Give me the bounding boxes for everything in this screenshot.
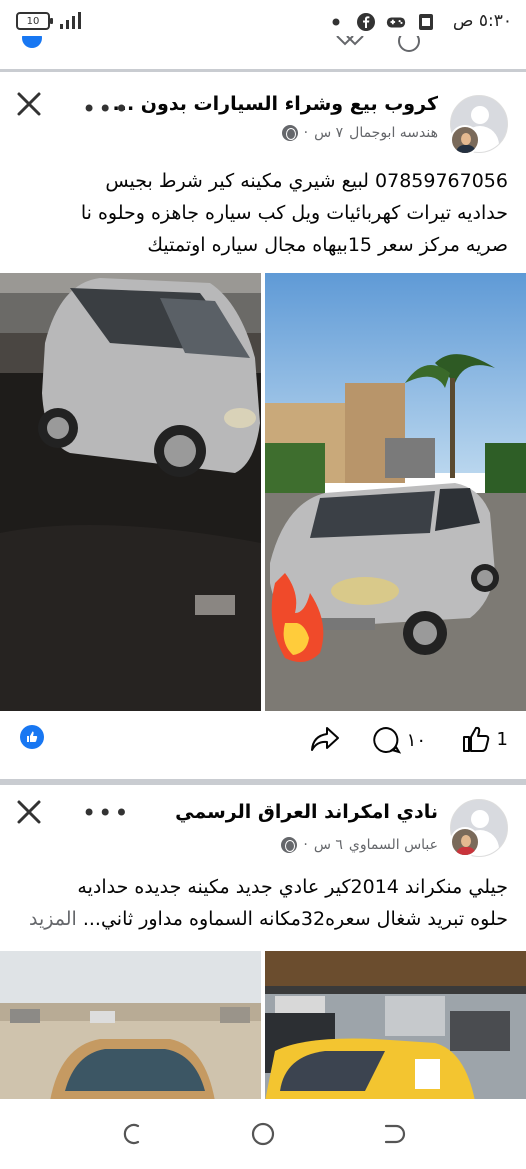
recent-apps-icon[interactable] <box>118 1119 148 1149</box>
sim-icon <box>416 12 436 32</box>
close-icon[interactable] <box>14 89 44 119</box>
post-text-line: 07859767056 لبيع شيري مكينه كير شرط بجيس <box>105 170 508 192</box>
post-header: كروب بيع وشراء السيارات بدون ... هندسه ا… <box>0 75 526 155</box>
more-options-button[interactable]: ••• <box>82 799 130 827</box>
post-time: ٧ س <box>314 125 344 141</box>
globe-icon <box>281 125 298 141</box>
home-icon[interactable] <box>248 1119 278 1149</box>
gamepad-icon <box>386 12 406 32</box>
author-avatar[interactable] <box>450 827 480 857</box>
share-button[interactable] <box>310 725 340 753</box>
globe-icon <box>281 837 298 853</box>
signal-icon <box>60 12 81 29</box>
group-name[interactable]: كروب بيع وشراء السيارات بدون ... <box>113 93 438 115</box>
post-photos <box>0 951 526 1101</box>
share-icon <box>311 727 339 751</box>
author-line: عباس السماوي ٦ س · <box>281 837 438 853</box>
post-card: كروب بيع وشراء السيارات بدون ... هندسه ا… <box>0 75 526 779</box>
like-button[interactable]: 1 <box>461 725 508 753</box>
system-nav-bar <box>0 1099 526 1169</box>
see-more-link[interactable]: المزيد <box>29 908 77 930</box>
status-time: ٥:٣٠ ص <box>452 11 512 31</box>
previous-post-actions <box>0 36 526 72</box>
post-card: نادي امكراند العراق الرسمي عباس السماوي … <box>0 785 526 1101</box>
comment-button[interactable]: ١٠ <box>371 725 426 755</box>
car-photo-right[interactable] <box>265 273 526 711</box>
post-text-line: حلوه تبريد شغال سعره32مكانه السماوه مداو… <box>18 903 508 935</box>
author-line: هندسه ابوجمال ٧ س · <box>281 125 438 141</box>
group-name[interactable]: نادي امكراند العراق الرسمي <box>175 801 438 823</box>
back-icon[interactable] <box>378 1119 408 1149</box>
post-actions: 1 ١٠ <box>0 711 526 773</box>
car-photo-right[interactable] <box>265 951 526 1101</box>
post-text-line: حداديه تيرات كهربائيات ويل كب سياره جاهز… <box>80 202 508 224</box>
dot-icon <box>326 12 346 32</box>
post-photos <box>0 273 526 711</box>
post-text: جيلي منكراند 2014كير عادي جديد مكينه جدي… <box>0 871 526 935</box>
author-name[interactable]: هندسه ابوجمال <box>349 125 438 141</box>
author-name[interactable]: عباس السماوي <box>349 837 438 853</box>
comment-count: ١٠ <box>406 729 426 751</box>
author-avatar[interactable] <box>450 125 480 155</box>
like-count: 1 <box>496 728 508 750</box>
post-text-line: صريه مركز سعر 15بيهاه مجال سياره اوتمتيك <box>147 234 508 256</box>
more-options-button[interactable]: ••• <box>82 95 130 123</box>
post-text-line-content: حلوه تبريد شغال سعره32مكانه السماوه مداو… <box>82 908 508 930</box>
battery-level: 10 <box>26 15 40 27</box>
comment-icon[interactable] <box>398 36 420 52</box>
post-header: نادي امكراند العراق الرسمي عباس السماوي … <box>0 785 526 857</box>
like-reaction-icon[interactable] <box>20 725 44 749</box>
share-icon[interactable] <box>335 36 365 52</box>
car-photo-left[interactable] <box>0 273 261 711</box>
car-photo-left[interactable] <box>0 951 261 1101</box>
close-icon[interactable] <box>14 797 44 827</box>
post-text-line: جيلي منكراند 2014كير عادي جديد مكينه جدي… <box>77 876 508 898</box>
separator-dot: · <box>303 837 308 853</box>
status-icons <box>326 12 436 32</box>
comment-icon <box>372 726 401 754</box>
battery-icon: 10 <box>16 12 53 30</box>
like-badge-icon <box>22 36 42 48</box>
post-text: 07859767056 لبيع شيري مكينه كير شرط بجيس… <box>0 165 526 261</box>
status-left: 10 <box>16 12 84 30</box>
thumbs-up-icon <box>462 726 489 752</box>
separator-dot: · <box>303 125 309 141</box>
post-time: ٦ س <box>313 837 343 853</box>
facebook-icon <box>356 12 376 32</box>
